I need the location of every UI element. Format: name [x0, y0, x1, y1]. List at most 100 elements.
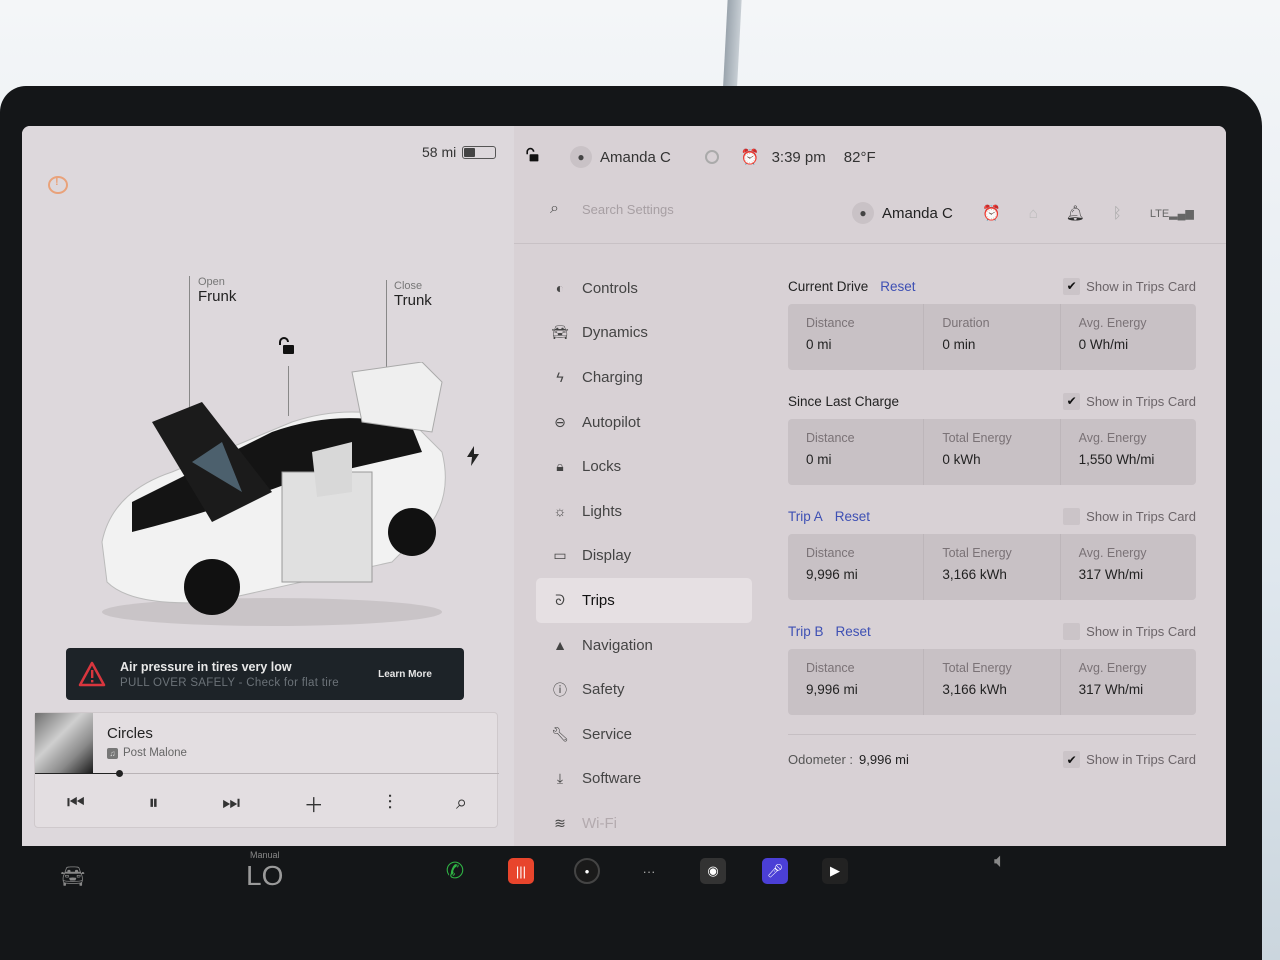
odometer-row: Odometer : 9,996 mi ✔ Show in Trips Card: [788, 734, 1196, 768]
nav-item-label: Charging: [582, 368, 643, 386]
show-in-trips-card-checkbox[interactable]: ✔ Show in Trips Card: [1063, 392, 1196, 410]
phone-app-icon[interactable]: ✆: [442, 858, 468, 884]
nav-item-label: Autopilot: [582, 413, 641, 431]
trunk-label: Trunk: [394, 292, 432, 309]
outside-temperature: 82°F: [843, 148, 876, 166]
steering-wheel-icon: ⊖: [554, 413, 566, 430]
stat-value: 317 Wh/mi: [1078, 682, 1144, 697]
driver-avatar[interactable]: ●: [570, 146, 592, 168]
show-in-trips-card-checkbox[interactable]: Show in Trips Card: [1063, 507, 1196, 525]
car-panel: 58 mi Open Frunk Close Trunk: [22, 126, 514, 846]
download-icon: ⤓: [556, 770, 564, 787]
karaoke-app-icon[interactable]: 🎤︎: [762, 858, 788, 884]
trunk-control[interactable]: Close Trunk: [394, 280, 432, 309]
touchscreen: 58 mi Open Frunk Close Trunk: [22, 126, 1226, 846]
battery-fill: [464, 147, 476, 157]
search-settings-input[interactable]: [582, 202, 782, 217]
stat-label: Avg. Energy: [1078, 316, 1147, 330]
previous-track-icon[interactable]: ⏮: [67, 792, 85, 815]
add-favorite-icon[interactable]: ＋: [304, 789, 324, 818]
frunk-control[interactable]: Open Frunk: [198, 276, 236, 305]
charge-port-icon[interactable]: [466, 446, 480, 472]
profile-button[interactable]: ● Amanda C: [852, 202, 953, 224]
checkbox-label: Show in Trips Card: [1086, 752, 1196, 767]
bottom-dock: 🚘︎ Manual LO ✆ ||| • ··· ◉ 🎤︎ ▶ 🔈︎: [22, 846, 1226, 916]
stat-value: 0 kWh: [942, 452, 981, 467]
navigation-arrow-icon: ▲: [553, 637, 567, 654]
nav-item-charging[interactable]: ϟ Charging: [536, 355, 752, 400]
nav-item-label: Display: [582, 547, 632, 565]
album-art[interactable]: [35, 713, 93, 773]
more-apps-icon[interactable]: ···: [636, 858, 662, 884]
nav-item-service[interactable]: 🔧︎ Service: [536, 712, 752, 757]
reset-trip-b-button[interactable]: Reset: [836, 624, 871, 639]
next-track-icon[interactable]: ⏭: [222, 792, 240, 815]
nav-item-controls[interactable]: ◐ Controls: [536, 266, 752, 311]
nav-item-wifi[interactable]: ≋ Wi-Fi: [536, 801, 752, 846]
stat-label: Total Energy: [942, 546, 1012, 560]
trip-b-section: Trip B Reset Show in Trips Card Distance…: [788, 619, 1196, 715]
show-in-trips-card-checkbox[interactable]: ✔ Show in Trips Card: [1063, 277, 1196, 295]
show-in-trips-card-checkbox[interactable]: ✔ Show in Trips Card: [1063, 751, 1196, 768]
reset-trip-a-button[interactable]: Reset: [835, 509, 870, 524]
show-in-trips-card-checkbox[interactable]: Show in Trips Card: [1063, 622, 1196, 640]
status-circle-icon: [704, 150, 719, 164]
checkbox-label: Show in Trips Card: [1086, 623, 1196, 639]
alert-circle-icon: ⓘ: [553, 681, 567, 698]
stat-value: 0 mi: [806, 452, 832, 467]
tire-pressure-warning-icon[interactable]: [48, 176, 68, 194]
section-title: Since Last Charge: [788, 393, 900, 409]
stat-label: Avg. Energy: [1078, 661, 1147, 675]
nav-item-label: Locks: [582, 458, 622, 476]
car-icon: 🚘︎: [551, 324, 569, 341]
progress-fill: [35, 773, 119, 774]
nav-item-dynamics[interactable]: 🚘︎ Dynamics: [536, 311, 752, 356]
stat-label: Distance: [806, 431, 855, 445]
theater-app-icon[interactable]: ▶: [822, 858, 848, 884]
nav-item-autopilot[interactable]: ⊖ Autopilot: [536, 400, 752, 445]
nav-item-label: Software: [582, 770, 642, 788]
reset-current-drive-button[interactable]: Reset: [880, 279, 915, 294]
song-artist-row: ♫ Post Malone: [107, 747, 187, 759]
tire-pressure-alert: Air pressure in tires very low PULL OVER…: [66, 648, 464, 700]
nav-item-locks[interactable]: 🔒︎ Locks: [536, 444, 752, 489]
unlock-status-icon[interactable]: [524, 147, 540, 167]
checkbox-label: Show in Trips Card: [1086, 278, 1196, 294]
pause-icon[interactable]: ⏸: [148, 792, 158, 815]
driver-name[interactable]: Amanda C: [600, 149, 671, 166]
nav-item-navigation[interactable]: ▲ Navigation: [536, 623, 752, 668]
bolt-icon: ϟ: [556, 369, 564, 386]
playback-progress[interactable]: [35, 770, 499, 777]
unlock-icon[interactable]: [276, 336, 296, 361]
alarm-icon[interactable]: ⏰: [982, 204, 1001, 222]
volume-icon[interactable]: 🔈︎: [994, 850, 1006, 873]
dashcam-app-icon[interactable]: ◉: [700, 858, 726, 884]
progress-knob[interactable]: [115, 770, 123, 777]
nav-item-trips[interactable]: ᘐ Trips: [536, 578, 752, 623]
stat-label: Total Energy: [942, 431, 1012, 445]
lock-icon: 🔒︎: [556, 458, 564, 475]
equalizer-icon[interactable]: ⫶: [387, 792, 392, 815]
nav-item-safety[interactable]: ⓘ Safety: [536, 667, 752, 712]
climate-temperature[interactable]: LO: [246, 860, 283, 892]
stat-value: 9,996 mi: [806, 682, 858, 697]
notification-bell-icon[interactable]: 🔔︎: [1066, 204, 1085, 222]
alarm-clock-icon[interactable]: ⏰: [741, 148, 760, 166]
homelink-icon[interactable]: ⌂: [1029, 205, 1038, 222]
range-text: 58 mi: [422, 144, 457, 160]
car-controls-icon[interactable]: 🚘︎: [60, 864, 85, 889]
music-source-icon: ♫: [107, 747, 118, 759]
camera-app-icon[interactable]: •: [574, 858, 600, 884]
warning-triangle-icon: [78, 661, 106, 687]
stat-value: 9,996 mi: [806, 567, 858, 582]
trip-b-title: Trip B: [788, 623, 824, 639]
nav-item-lights[interactable]: ☼ Lights: [536, 489, 752, 534]
stat-label: Avg. Energy: [1078, 431, 1147, 445]
bluetooth-icon[interactable]: ᛒ: [1113, 205, 1122, 222]
learn-more-button[interactable]: Learn More: [378, 669, 432, 680]
stats-card: Distance 0 mi Total Energy 0 kWh Avg. Ener…: [788, 419, 1196, 485]
nav-item-software[interactable]: ⤓ Software: [536, 757, 752, 802]
media-search-icon[interactable]: ⌕: [456, 792, 467, 815]
audio-app-icon[interactable]: |||: [508, 858, 534, 884]
nav-item-display[interactable]: ▭ Display: [536, 534, 752, 579]
